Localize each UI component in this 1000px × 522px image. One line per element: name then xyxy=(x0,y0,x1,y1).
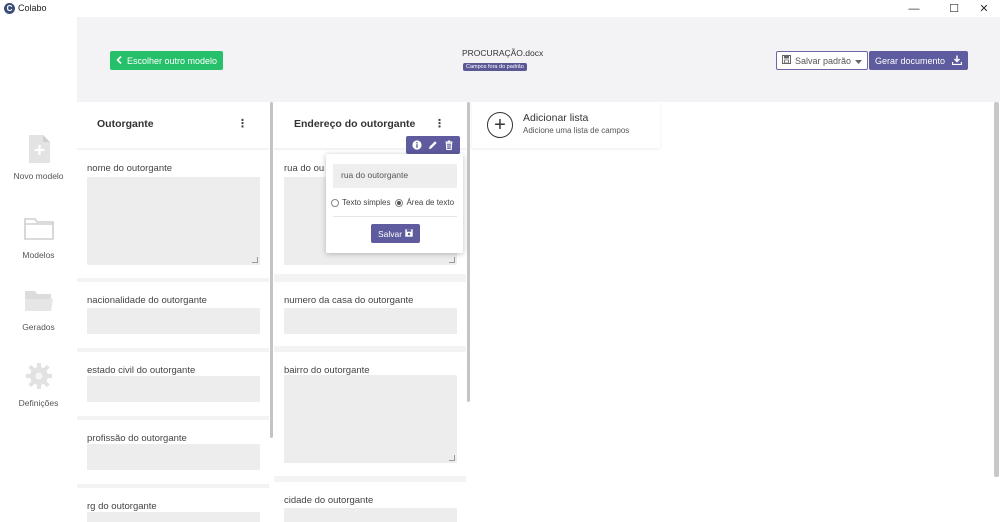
app-logo-icon: C xyxy=(4,3,15,14)
save-default-button[interactable]: Salvar padrão xyxy=(776,51,869,70)
sidebar-item-label: Novo modelo xyxy=(13,171,64,181)
status-badge: Campos fora do padrão xyxy=(463,63,527,71)
gear-icon xyxy=(24,362,54,390)
save-button-label: Salvar xyxy=(377,228,403,239)
save-button[interactable]: Salvar xyxy=(371,224,420,243)
save-icon xyxy=(405,228,413,239)
text-field[interactable] xyxy=(284,508,457,522)
choose-other-model-button[interactable]: Escolher outro modelo xyxy=(110,51,224,70)
minimize-button[interactable]: — xyxy=(898,0,930,17)
column-scrollbar[interactable] xyxy=(467,102,470,402)
sidebar-item-label: Modelos xyxy=(22,250,55,260)
column-scrollbar[interactable] xyxy=(270,102,273,438)
folder-icon xyxy=(23,214,54,242)
field-type-options: Texto simples Área de texto xyxy=(331,198,454,207)
generate-document-button[interactable]: Gerar documento xyxy=(869,51,968,70)
save-icon xyxy=(782,55,791,66)
text-field[interactable] xyxy=(87,376,260,402)
page-scrollbar[interactable] xyxy=(994,102,999,477)
sidebar-item-gerados[interactable]: Gerados xyxy=(0,286,77,332)
field-edit-popup: rua do outorgante Texto simples Área de … xyxy=(326,154,463,253)
text-field[interactable] xyxy=(87,444,260,470)
plus-circle-icon[interactable]: + xyxy=(487,112,513,138)
column-title: Endereço do outorgante xyxy=(294,118,416,130)
field-card[interactable]: rg do outorgante xyxy=(77,488,269,522)
field-label: rua do ou xyxy=(284,163,325,174)
field-card[interactable]: numero da casa do outorgante xyxy=(274,282,466,346)
radio-text-simple-label: Texto simples xyxy=(342,198,391,207)
field-actions-toolbar xyxy=(406,136,460,154)
sidebar: Novo modelo Modelos Gerados Definições xyxy=(0,17,77,522)
radio-text-simple[interactable] xyxy=(331,198,339,207)
textarea-field[interactable] xyxy=(284,375,457,463)
chevron-left-icon xyxy=(116,55,122,66)
resize-handle-icon[interactable] xyxy=(449,455,455,461)
window-titlebar: C Colabo — ☐ ✕ xyxy=(0,0,1000,17)
sidebar-item-novo-modelo[interactable]: Novo modelo xyxy=(0,135,77,181)
sidebar-item-definicoes[interactable]: Definições xyxy=(0,362,77,408)
divider xyxy=(333,216,457,217)
add-list-title: Adicionar lista xyxy=(523,112,589,124)
field-label: cidade do outorgante xyxy=(284,495,374,506)
field-card[interactable]: nome do outorgante xyxy=(77,150,269,278)
sidebar-item-modelos[interactable]: Modelos xyxy=(0,214,77,260)
resize-handle-icon[interactable] xyxy=(449,257,455,263)
sidebar-item-label: Gerados xyxy=(22,322,55,332)
document-name: PROCURAÇÃO.docx xyxy=(462,48,544,58)
download-icon xyxy=(951,55,963,67)
field-card[interactable]: nacionalidade do outorgante xyxy=(77,282,269,348)
caret-down-icon xyxy=(855,56,863,66)
add-list-subtitle: Adicione uma lista de campos xyxy=(523,126,630,135)
save-default-label: Salvar padrão xyxy=(795,55,852,66)
toolbar-header: Escolher outro modelo PROCURAÇÃO.docx Ca… xyxy=(77,17,1000,102)
sidebar-item-label: Definições xyxy=(18,398,59,408)
main-content: Outorgante ⋮ nome do outorgante nacional… xyxy=(77,102,1000,522)
add-list-card[interactable]: + Adicionar lista Adicione uma lista de … xyxy=(472,102,660,148)
field-card[interactable]: profissão do outorgante xyxy=(77,420,269,484)
text-field[interactable] xyxy=(284,308,457,334)
resize-handle-icon[interactable] xyxy=(252,257,258,263)
field-name-input[interactable]: rua do outorgante xyxy=(333,164,457,188)
radio-text-area-label: Área de texto xyxy=(406,198,455,207)
field-label: nacionalidade do outorgante xyxy=(87,295,207,306)
more-vertical-icon[interactable]: ⋮ xyxy=(434,119,445,130)
maximize-button[interactable]: ☐ xyxy=(938,0,970,17)
edit-icon[interactable] xyxy=(427,139,439,151)
field-label: profissão do outorgante xyxy=(87,433,187,444)
field-card[interactable]: bairro do outorgante xyxy=(274,352,466,476)
field-label: estado civil do outorgante xyxy=(87,365,196,376)
close-button[interactable]: ✕ xyxy=(968,0,1000,17)
trash-icon[interactable] xyxy=(443,139,455,151)
more-vertical-icon[interactable]: ⋮ xyxy=(237,119,248,130)
text-field[interactable] xyxy=(87,308,260,334)
textarea-field[interactable] xyxy=(87,177,260,265)
column-title: Outorgante xyxy=(97,118,154,130)
choose-other-model-label: Escolher outro modelo xyxy=(127,55,218,66)
radio-text-area[interactable] xyxy=(395,198,404,207)
field-label: numero da casa do outorgante xyxy=(284,295,414,306)
list-column-outorgante: Outorgante ⋮ nome do outorgante nacional… xyxy=(77,102,269,522)
window-title: Colabo xyxy=(18,3,47,13)
field-label: nome do outorgante xyxy=(87,163,173,174)
new-document-icon xyxy=(24,135,54,163)
field-label: rg do outorgante xyxy=(87,501,157,512)
column-header: Outorgante ⋮ xyxy=(77,102,269,148)
text-field[interactable] xyxy=(87,512,260,522)
field-card[interactable]: cidade do outorgante xyxy=(274,482,466,522)
field-card[interactable]: estado civil do outorgante xyxy=(77,352,269,416)
generate-document-label: Gerar documento xyxy=(875,55,946,66)
folder-open-icon xyxy=(24,286,54,314)
info-icon[interactable] xyxy=(411,139,423,151)
